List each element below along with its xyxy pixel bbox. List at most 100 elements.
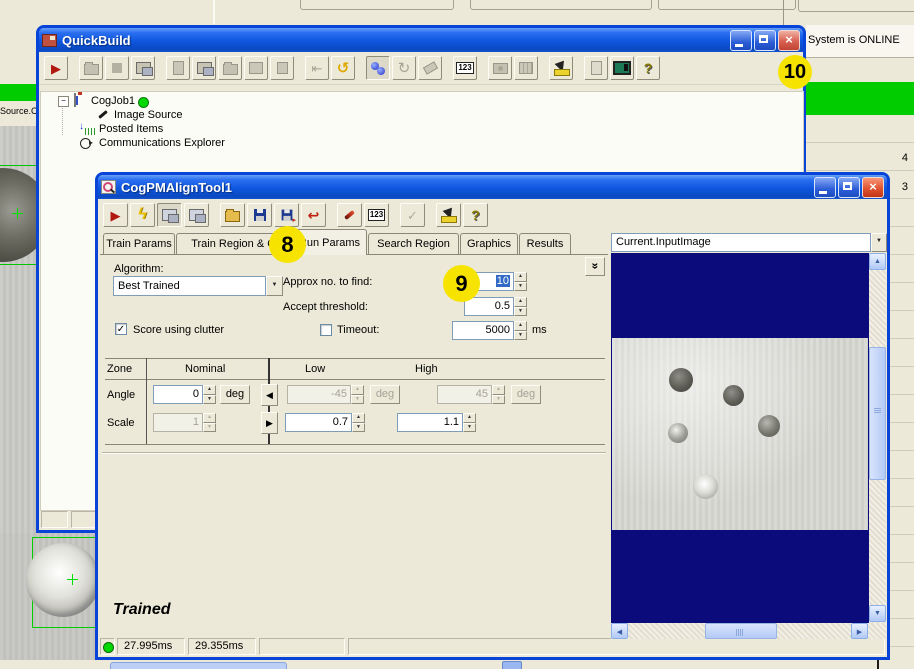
tree-item-image-source[interactable]: Image Source bbox=[114, 109, 182, 121]
score-clutter-checkbox[interactable]: ✓ bbox=[115, 323, 127, 335]
display-selector-combo[interactable]: Current.InputImage ▼ bbox=[611, 233, 887, 252]
maximize-button[interactable] bbox=[838, 177, 860, 198]
group-a-button[interactable] bbox=[244, 56, 268, 80]
pointer-ruler-button[interactable] bbox=[436, 203, 461, 227]
v-scroll-down-button[interactable]: ▼ bbox=[869, 605, 886, 622]
job-status-dot bbox=[138, 97, 149, 108]
tree-item-posted-items[interactable]: Posted Items bbox=[99, 123, 163, 135]
pointer-ruler-button[interactable] bbox=[549, 56, 573, 80]
taskbar-scroll-arrow[interactable] bbox=[502, 661, 522, 669]
background-button bbox=[658, 0, 796, 10]
timeout-spinner[interactable]: ▲▼ bbox=[514, 321, 527, 340]
film-icon bbox=[189, 209, 204, 221]
combo-arrow-button[interactable]: ▼ bbox=[871, 233, 887, 252]
scale-high-field[interactable]: 1.1 bbox=[397, 413, 463, 432]
tab-search-region[interactable]: Search Region bbox=[368, 233, 459, 254]
bottom-strip bbox=[0, 660, 914, 669]
v-scroll-up-button[interactable]: ▲ bbox=[869, 253, 886, 270]
open-job-button[interactable] bbox=[79, 56, 103, 80]
redo-button[interactable]: ↻ bbox=[392, 56, 416, 80]
timeout-checkbox[interactable] bbox=[320, 324, 332, 336]
scale-low-field[interactable]: 0.7 bbox=[285, 413, 352, 432]
save-button[interactable] bbox=[247, 203, 272, 227]
stop-button[interactable] bbox=[105, 56, 129, 80]
calc-button[interactable]: 123 bbox=[453, 56, 477, 80]
run-job-button[interactable]: ▶ bbox=[44, 56, 68, 80]
save-image-button[interactable]: ▸ bbox=[274, 203, 299, 227]
scale-high-spinner[interactable]: ▲▼ bbox=[463, 413, 476, 432]
maximize-button[interactable] bbox=[754, 30, 776, 51]
tab-train-params[interactable]: Train Params bbox=[103, 233, 175, 254]
undo-button[interactable]: ↺ bbox=[331, 56, 355, 80]
clipboard-button[interactable] bbox=[166, 56, 190, 80]
image-display-button[interactable] bbox=[184, 203, 209, 227]
train-brush-button[interactable] bbox=[337, 203, 362, 227]
angle-deg-button[interactable]: deg bbox=[220, 385, 250, 404]
angle-low-deg-button[interactable]: deg bbox=[370, 385, 400, 404]
pmalign-titlebar[interactable]: CogPMAlignTool1 × bbox=[98, 175, 887, 199]
windows-icon bbox=[136, 62, 151, 74]
open-button[interactable] bbox=[220, 203, 245, 227]
low-header: Low bbox=[305, 363, 325, 375]
results-123-button[interactable]: 123 bbox=[364, 203, 389, 227]
scale-low-spinner[interactable]: ▲▼ bbox=[352, 413, 365, 432]
copy-left-button[interactable]: ◀ bbox=[261, 384, 278, 406]
h-scroll-left-button[interactable]: ◀ bbox=[611, 623, 628, 639]
tab-results[interactable]: Results bbox=[519, 233, 571, 254]
gears-button[interactable] bbox=[366, 56, 390, 80]
v-scroll-thumb[interactable] bbox=[869, 347, 886, 480]
angle-high-deg-button[interactable]: deg bbox=[511, 385, 541, 404]
angle-high-spinner[interactable]: ▲▼ bbox=[492, 385, 505, 404]
scale-nominal-spinner[interactable]: ▲▼ bbox=[203, 413, 216, 432]
edit-disabled-button[interactable]: ✓ bbox=[400, 203, 425, 227]
return-arrow-icon: ↩ bbox=[308, 208, 320, 222]
electric-run-button[interactable]: ϟ bbox=[130, 203, 155, 227]
camera-button[interactable] bbox=[488, 56, 512, 80]
reset-button[interactable]: ↩ bbox=[301, 203, 326, 227]
accept-field[interactable]: 0.5 bbox=[464, 297, 514, 316]
live-display-button[interactable] bbox=[157, 203, 182, 227]
scale-nominal-field[interactable]: 1 bbox=[153, 413, 203, 432]
top-divider-line bbox=[783, 0, 784, 28]
approx-spinner[interactable]: ▲▼ bbox=[514, 272, 527, 291]
calendar-button[interactable] bbox=[514, 56, 538, 80]
tree-item-comm-explorer[interactable]: Communications Explorer bbox=[99, 137, 225, 149]
minimize-button[interactable] bbox=[730, 30, 752, 51]
restore-windows-button[interactable] bbox=[131, 56, 155, 80]
document-button[interactable] bbox=[584, 56, 608, 80]
approx-label: Approx no. to find: bbox=[283, 276, 372, 288]
accept-spinner[interactable]: ▲▼ bbox=[514, 297, 527, 316]
angle-low-spinner[interactable]: ▲▼ bbox=[351, 385, 364, 404]
angle-high-field[interactable]: 45 bbox=[437, 385, 492, 404]
tree-item-cogjob1[interactable]: CogJob1 bbox=[91, 95, 135, 107]
close-button[interactable]: × bbox=[778, 30, 800, 51]
copy-right-button[interactable]: ▶ bbox=[261, 412, 278, 434]
tools-button[interactable] bbox=[418, 56, 442, 80]
combo-arrow-button[interactable]: ▼ bbox=[266, 276, 283, 296]
close-button[interactable]: × bbox=[862, 177, 884, 198]
group-b-button[interactable] bbox=[270, 56, 294, 80]
image-display[interactable] bbox=[611, 253, 869, 623]
timeout-field[interactable]: 5000 bbox=[452, 321, 514, 340]
angle-nominal-spinner[interactable]: ▲▼ bbox=[203, 385, 216, 404]
tab-graphics[interactable]: Graphics bbox=[460, 233, 518, 254]
play-icon: ▶ bbox=[51, 62, 61, 75]
copy-tool-button[interactable] bbox=[192, 56, 216, 80]
help-button[interactable]: ? bbox=[463, 203, 488, 227]
run-tool-button[interactable]: ▶ bbox=[103, 203, 128, 227]
floppy-icon bbox=[254, 209, 266, 221]
trainer-button[interactable] bbox=[610, 56, 634, 80]
minimize-button[interactable] bbox=[814, 177, 836, 198]
taskbar-scroll-thumb[interactable] bbox=[110, 662, 287, 669]
tree-expander[interactable]: − bbox=[58, 96, 69, 107]
angle-low-field[interactable]: -45 bbox=[287, 385, 351, 404]
collapse-chevron-button[interactable]: » bbox=[585, 257, 605, 276]
quickbuild-titlebar[interactable]: QuickBuild × bbox=[39, 28, 803, 52]
paste-tool-button[interactable] bbox=[218, 56, 242, 80]
angle-nominal-field[interactable]: 0 bbox=[153, 385, 203, 404]
h-scroll-right-button[interactable]: ▶ bbox=[851, 623, 868, 639]
h-scroll-thumb[interactable] bbox=[705, 623, 777, 639]
algorithm-combo[interactable]: Best Trained ▼ bbox=[113, 276, 283, 296]
import-button[interactable]: ⇤ bbox=[305, 56, 329, 80]
help-button[interactable]: ? bbox=[636, 56, 660, 80]
